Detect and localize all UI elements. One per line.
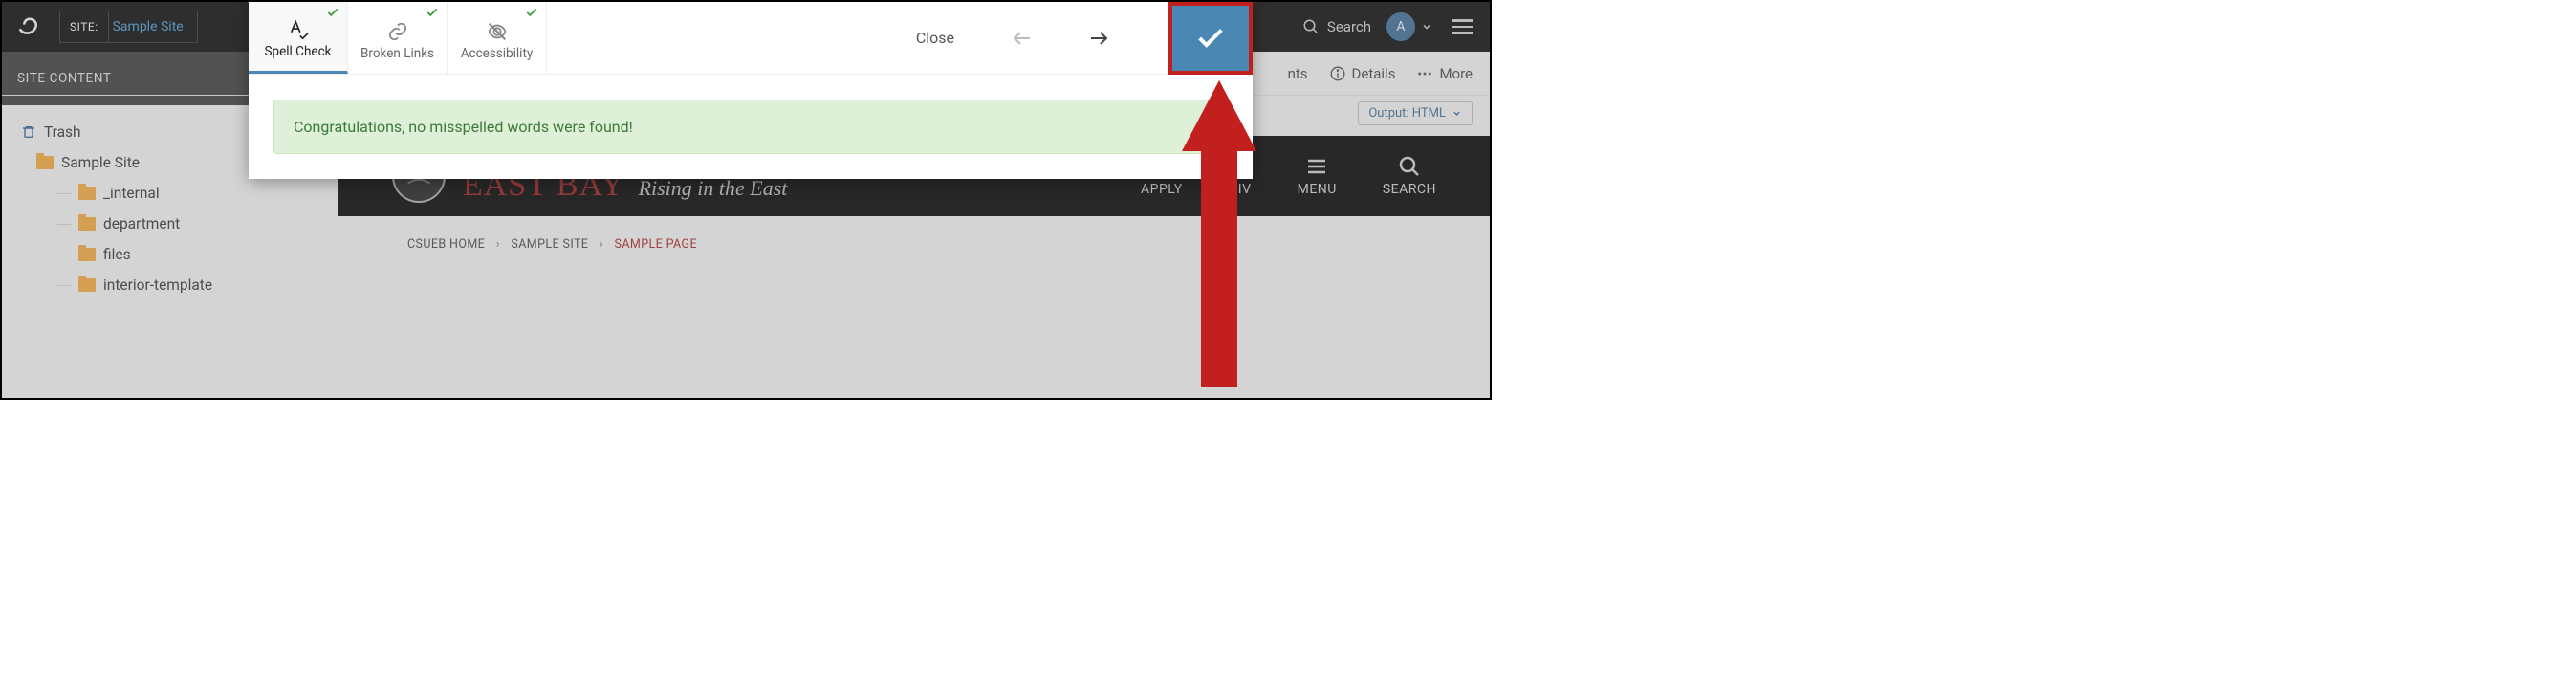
folder-label: interior-template bbox=[103, 277, 212, 294]
output-selector[interactable]: Output: HTML bbox=[1358, 101, 1473, 125]
check-icon bbox=[326, 6, 339, 23]
nav-search[interactable]: SEARCH bbox=[1383, 155, 1436, 197]
avatar: A bbox=[1386, 12, 1415, 41]
folder-icon bbox=[78, 187, 96, 200]
folder-label: files bbox=[103, 246, 131, 263]
breadcrumb-item[interactable]: SAMPLE SITE bbox=[511, 237, 588, 252]
search-icon bbox=[1398, 155, 1421, 178]
close-button[interactable]: Close bbox=[908, 29, 962, 47]
folder-label: _internal bbox=[103, 185, 160, 202]
info-icon bbox=[1329, 65, 1346, 82]
global-search[interactable]: Search bbox=[1302, 18, 1371, 35]
search-icon bbox=[1302, 18, 1320, 35]
nav-menu[interactable]: MENU bbox=[1298, 155, 1337, 197]
folder-row[interactable]: _internal bbox=[2, 178, 338, 209]
tab-spell-check[interactable]: Spell Check bbox=[249, 2, 348, 74]
spell-check-icon bbox=[285, 19, 312, 40]
site-name[interactable]: Sample Site bbox=[108, 11, 197, 42]
user-menu[interactable]: A bbox=[1386, 12, 1432, 41]
breadcrumb-current: SAMPLE PAGE bbox=[615, 237, 697, 252]
eye-slash-icon bbox=[484, 21, 511, 42]
breadcrumb-item[interactable]: CSUEB HOME bbox=[407, 237, 485, 252]
comments-button[interactable]: nts bbox=[1288, 65, 1308, 82]
folder-icon bbox=[78, 217, 96, 231]
more-button[interactable]: More bbox=[1416, 65, 1473, 82]
breadcrumb: CSUEB HOME › SAMPLE SITE › SAMPLE PAGE bbox=[338, 216, 1490, 273]
brand-tagline: Rising in the East bbox=[639, 176, 788, 201]
folder-row[interactable]: files bbox=[2, 239, 338, 270]
folder-icon bbox=[78, 248, 96, 261]
folder-label: department bbox=[103, 215, 180, 233]
check-icon bbox=[1194, 22, 1227, 55]
arrow-right-icon bbox=[1087, 27, 1110, 50]
check-icon bbox=[426, 6, 439, 23]
link-icon bbox=[384, 21, 411, 42]
details-button[interactable]: Details bbox=[1329, 65, 1396, 82]
tab-accessibility[interactable]: Accessibility bbox=[448, 2, 547, 74]
chevron-right-icon: › bbox=[496, 237, 500, 252]
arrow-left-icon bbox=[1011, 27, 1034, 50]
site-selector[interactable]: SITE: Sample Site bbox=[59, 11, 198, 43]
next-button[interactable] bbox=[1082, 22, 1115, 55]
tab-broken-links[interactable]: Broken Links bbox=[348, 2, 448, 74]
folder-icon bbox=[78, 278, 96, 292]
folder-row[interactable]: department bbox=[2, 209, 338, 239]
menu-icon bbox=[1305, 155, 1328, 178]
chevron-right-icon: › bbox=[600, 237, 603, 252]
check-content-modal: Spell Check Broken Links Accessibility C… bbox=[249, 2, 1253, 179]
chevron-down-icon bbox=[1452, 108, 1462, 119]
done-button[interactable] bbox=[1168, 2, 1253, 75]
check-icon bbox=[525, 6, 538, 23]
folder-row[interactable]: interior-template bbox=[2, 270, 338, 300]
main-menu-button[interactable] bbox=[1448, 15, 1476, 38]
app-logo-icon[interactable] bbox=[15, 13, 42, 40]
modal-tab-bar: Spell Check Broken Links Accessibility C… bbox=[249, 2, 1253, 75]
prev-button[interactable] bbox=[1006, 22, 1038, 55]
ellipsis-icon bbox=[1416, 65, 1433, 82]
site-static-label: SITE: bbox=[60, 20, 108, 33]
chevron-down-icon bbox=[1421, 21, 1432, 33]
success-message: Congratulations, no misspelled words wer… bbox=[273, 100, 1228, 154]
search-label: Search bbox=[1327, 18, 1371, 35]
